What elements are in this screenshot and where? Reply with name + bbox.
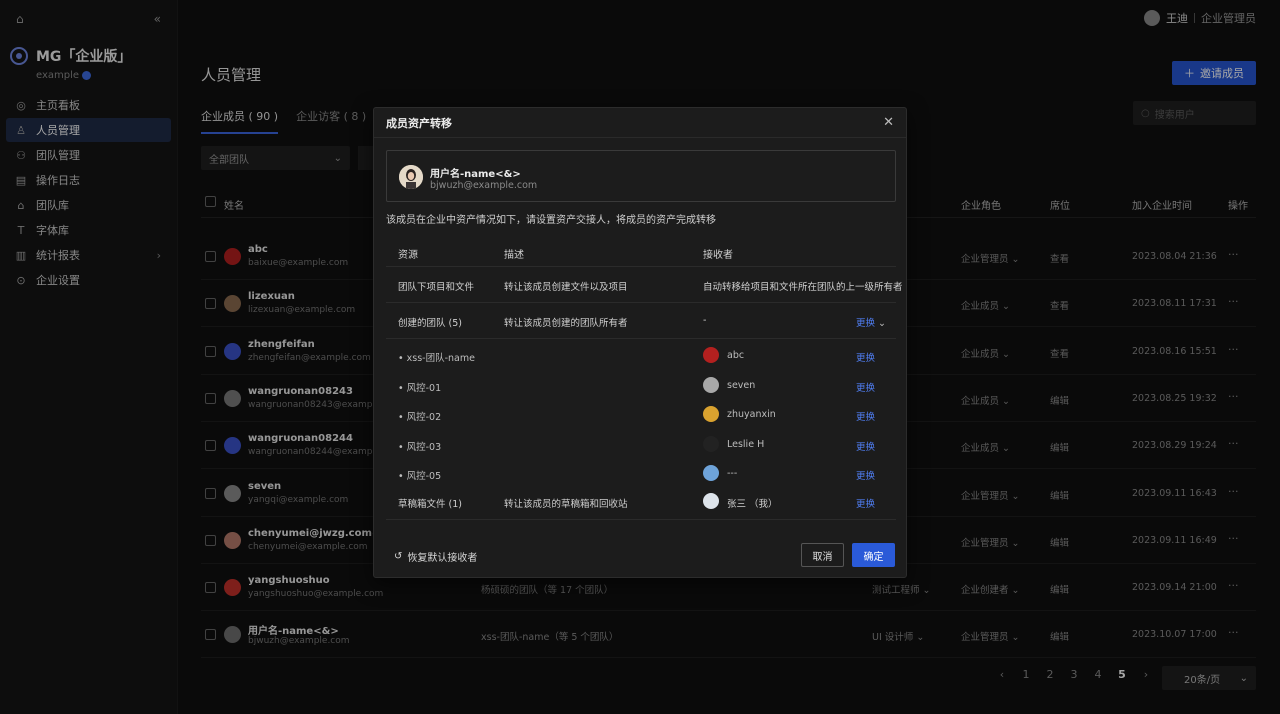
asset-transfer-dialog: 成员资产转移 ✕ 用户名-name<&> bjwuzh@example.com … — [373, 107, 907, 578]
team-transfer-row: • 风控-02 zhuyanxin 更换 — [386, 400, 896, 430]
cancel-button[interactable]: 取消 — [801, 543, 844, 567]
change-label: 更换 — [856, 318, 876, 329]
change-all-button[interactable]: 更换 ⌄ — [856, 315, 886, 329]
receiver-name: seven — [727, 379, 756, 391]
change-button[interactable]: 更换 — [856, 409, 875, 423]
team-name: • 风控-05 — [398, 471, 442, 482]
resource-description: 转让该成员创建的团队所有者 — [504, 318, 628, 329]
avatar — [703, 435, 719, 452]
team-transfer-row: • 风控-05 --- 更换 — [386, 459, 896, 484]
transfer-table-header: 资源 描述 接收者 — [386, 234, 896, 267]
change-button[interactable]: 更换 — [856, 439, 875, 453]
member-email: bjwuzh@example.com — [430, 180, 538, 191]
change-button[interactable]: 更换 — [856, 350, 875, 364]
restore-label: 恢复默认接收者 — [407, 553, 478, 564]
transfer-row-drafts: 草稿箱文件 (1) 转让该成员的草稿箱和回收站 张三 （我） 更换 — [386, 484, 896, 520]
avatar — [703, 493, 719, 509]
undo-icon: ↺ — [394, 551, 403, 562]
column-receiver: 接收者 — [703, 250, 733, 261]
resource-label: 创建的团队 (5) — [398, 318, 462, 329]
resource-description: 转让该成员创建文件以及项目 — [504, 282, 628, 293]
resource-label: 草稿箱文件 (1) — [398, 499, 462, 510]
receiver-label: 自动转移给项目和文件所在团队的上一级所有者 — [703, 282, 903, 293]
receiver-label: - — [703, 315, 707, 326]
member-name: 用户名-name<&> — [430, 169, 521, 180]
team-name: • xss-团队-name — [398, 353, 475, 364]
avatar — [703, 465, 719, 481]
confirm-button[interactable]: 确定 — [852, 543, 895, 567]
team-transfer-row: • 风控-03 Leslie H 更换 — [386, 430, 896, 460]
transfer-row-teams: 创建的团队 (5) 转让该成员创建的团队所有者 - 更换 ⌄ — [386, 303, 896, 339]
dialog-description: 该成员在企业中资产情况如下，请设置资产交接人，将成员的资产完成转移 — [386, 215, 716, 226]
resource-label: 团队下项目和文件 — [398, 282, 475, 293]
restore-default-button[interactable]: ↺ 恢复默认接收者 — [394, 549, 477, 564]
member-card: 用户名-name<&> bjwuzh@example.com — [386, 150, 896, 202]
team-transfer-row: • xss-团队-name abc 更换 — [386, 341, 896, 371]
receiver-name: abc — [727, 350, 745, 361]
receiver-label: 张三 （我） — [727, 499, 778, 510]
team-name: • 风控-03 — [398, 441, 442, 453]
receiver-name: zhuyanxin — [727, 409, 776, 420]
column-resource: 资源 — [398, 250, 418, 261]
change-button[interactable]: 更换 — [856, 468, 875, 482]
avatar — [703, 376, 719, 393]
avatar — [703, 347, 719, 363]
team-name: • 风控-01 — [398, 382, 442, 394]
avatar — [399, 165, 423, 189]
team-transfer-row: • 风控-01 seven 更换 — [386, 371, 896, 401]
avatar — [703, 406, 719, 422]
dialog-header: 成员资产转移 ✕ — [374, 108, 906, 138]
change-button[interactable]: 更换 — [856, 380, 875, 394]
receiver-name: Leslie H — [727, 438, 765, 450]
dialog-title: 成员资产转移 — [386, 116, 452, 130]
close-icon[interactable]: ✕ — [883, 115, 894, 130]
resource-description: 转让该成员的草稿箱和回收站 — [504, 499, 628, 510]
receiver-name: --- — [727, 468, 738, 479]
column-description: 描述 — [504, 250, 524, 261]
team-transfer-rows: • xss-团队-name abc 更换 • 风控-01 seven 更换 • 风控-02 z… — [386, 341, 896, 484]
chevron-down-icon: ⌄ — [878, 318, 887, 329]
change-button[interactable]: 更换 — [856, 496, 875, 510]
team-transfer-list[interactable]: • xss-团队-name abc 更换 • 风控-01 seven 更换 • 风控-02 z… — [386, 341, 896, 484]
team-name: • 风控-02 — [398, 412, 442, 423]
transfer-row-projects: 团队下项目和文件 转让该成员创建文件以及项目 自动转移给项目和文件所在团队的上一… — [386, 267, 903, 303]
